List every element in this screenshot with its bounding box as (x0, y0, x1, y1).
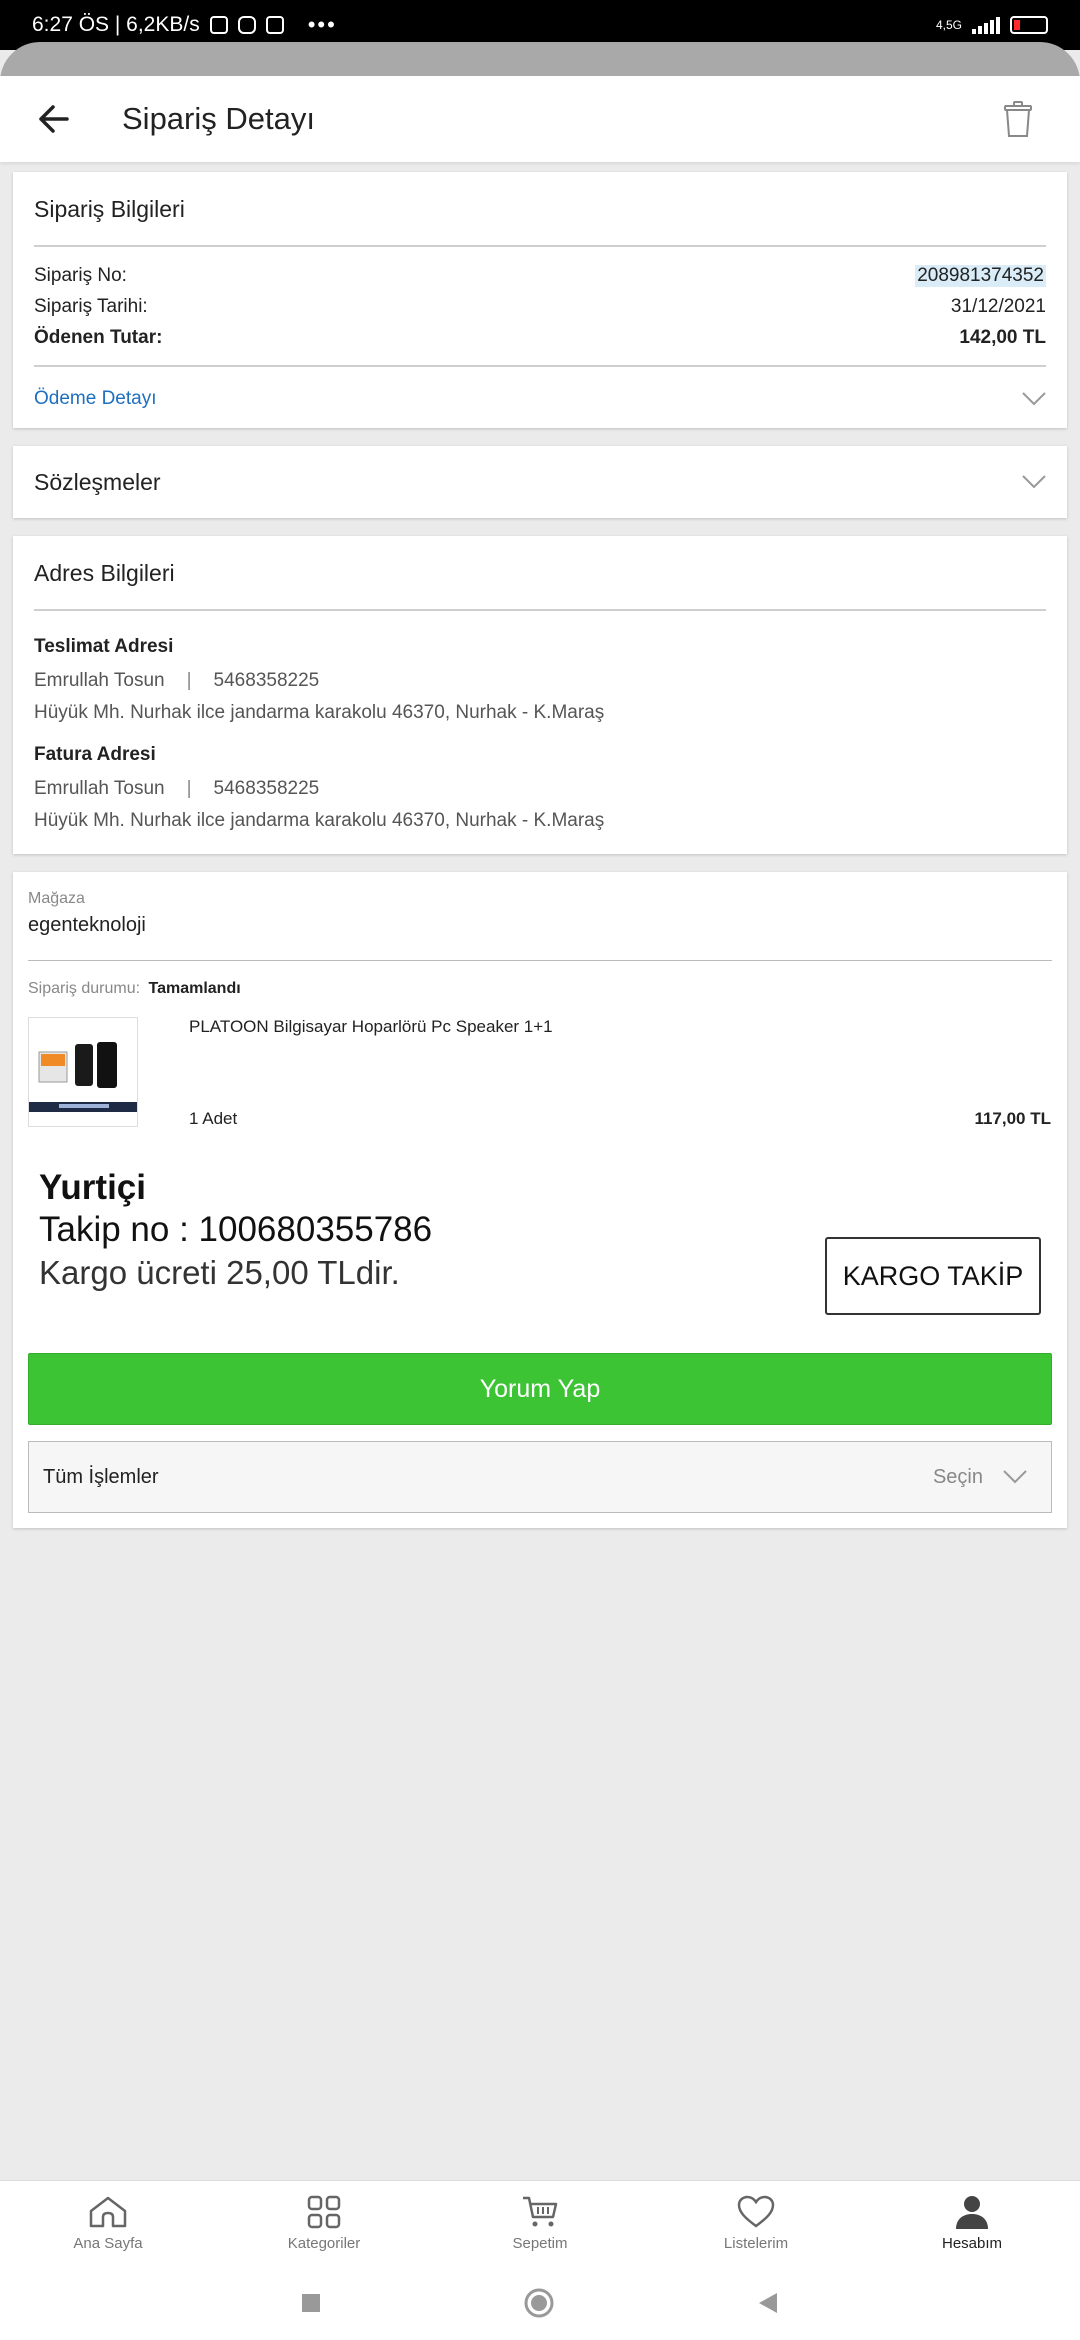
delivery-address-line: Hüyük Mh. Nurhak ilce jandarma karakolu … (34, 702, 605, 723)
all-actions-value: Seçin (932, 1465, 983, 1488)
page-title: Sipariş Detayı (122, 101, 315, 136)
invoice-address-line: Hüyük Mh. Nurhak ilce jandarma karakolu … (34, 810, 605, 831)
order-no-label: Sipariş No: (34, 265, 127, 286)
delivery-contact: Emrullah Tosun | 5468358225 (34, 670, 319, 692)
product-image[interactable] (28, 1017, 138, 1127)
delete-order-button[interactable] (994, 91, 1042, 147)
network-type: 4,5G (935, 18, 962, 32)
nav-cart-label: Sepetim (512, 2235, 568, 2252)
address-title: Adres Bilgileri (34, 560, 175, 586)
heart-icon (737, 2195, 775, 2228)
invoice-address-title: Fatura Adresi (34, 744, 156, 765)
nav-account[interactable]: Hesabım (864, 2181, 1080, 2266)
nav-home-label: Ana Sayfa (73, 2235, 143, 2252)
nav-home[interactable]: Ana Sayfa (0, 2181, 216, 2266)
agreements-card[interactable]: Sözleşmeler (13, 446, 1067, 518)
home-icon (89, 2196, 127, 2228)
invoice-contact: Emrullah Tosun | 5468358225 (34, 778, 319, 800)
notification-icon (209, 16, 228, 34)
order-status-row: Sipariş durumu: Tamamlandı (28, 980, 241, 998)
tracking-number: Takip no : 100680355786 (39, 1210, 433, 1249)
chevron-down-icon (1022, 392, 1046, 406)
back-button[interactable] (26, 91, 82, 147)
nav-cart[interactable]: Sepetim (432, 2181, 648, 2266)
shipping-fee: Kargo ücreti 25,00 TLdir. (39, 1254, 400, 1291)
product-quantity: 1 Adet (189, 1109, 238, 1128)
store-label: Mağaza (28, 890, 85, 907)
divider (28, 960, 1052, 961)
chevron-down-icon (1003, 1470, 1027, 1484)
divider (34, 609, 1046, 611)
order-date-value: 31/12/2021 (950, 296, 1046, 317)
arrow-left-icon (39, 105, 69, 133)
store-name[interactable]: egenteknoloji (28, 914, 146, 937)
user-icon (956, 2196, 988, 2229)
instagram-icon (237, 16, 256, 34)
address-card: Adres Bilgileri Teslimat Adresi Emrullah… (13, 536, 1067, 854)
agreements-title: Sözleşmeler (34, 468, 161, 495)
order-info-card: Sipariş Bilgileri Sipariş No: 2089813743… (13, 172, 1067, 428)
battery-icon (1010, 16, 1048, 34)
speaker-product-icon (29, 1042, 137, 1112)
nav-lists[interactable]: Listelerim (648, 2181, 864, 2266)
more-notifications-icon: ••• (307, 12, 337, 37)
carrier-name: Yurtiçi (39, 1168, 146, 1207)
home-circle-icon[interactable] (524, 2288, 554, 2318)
system-navigation-bar (0, 2266, 1080, 2340)
nav-account-label: Hesabım (941, 2235, 1003, 2252)
divider (34, 245, 1046, 247)
separator: | (186, 670, 192, 691)
order-date-row: Sipariş Tarihi: 31/12/2021 (34, 296, 1046, 318)
trash-icon (1004, 101, 1032, 137)
paid-amount-row: Ödenen Tutar: 142,00 TL (34, 327, 1046, 349)
nav-lists-label: Listelerim (723, 2235, 789, 2252)
order-info-title: Sipariş Bilgileri (34, 196, 185, 222)
order-no-value[interactable]: 208981374352 (915, 265, 1046, 287)
payment-detail-link: Ödeme Detayı (34, 388, 157, 409)
chevron-down-icon (1022, 475, 1046, 489)
recent-apps-icon[interactable] (301, 2293, 321, 2313)
order-status-label: Sipariş durumu: (28, 980, 141, 997)
write-review-button[interactable]: Yorum Yap (28, 1353, 1052, 1425)
store-order-card: Mağaza egenteknoloji Sipariş durumu: Tam… (13, 872, 1067, 1528)
app-header: Sipariş Detayı (0, 76, 1080, 162)
track-shipment-button[interactable]: KARGO TAKİP (825, 1237, 1041, 1315)
grid-icon (307, 2195, 341, 2229)
separator: | (186, 778, 192, 799)
all-actions-label: Tüm İşlemler (43, 1465, 159, 1488)
app-icon (265, 16, 284, 34)
nav-categories-label: Kategoriler (287, 2235, 361, 2252)
invoice-name: Emrullah Tosun (34, 778, 165, 799)
nav-categories[interactable]: Kategoriler (216, 2181, 432, 2266)
cart-icon (523, 2196, 558, 2227)
payment-detail-toggle[interactable]: Ödeme Detayı (34, 376, 1046, 422)
product-name[interactable]: PLATOON Bilgisayar Hoparlörü Pc Speaker … (189, 1017, 553, 1037)
delivery-name: Emrullah Tosun (34, 670, 165, 691)
divider (34, 365, 1046, 367)
signal-icon (972, 16, 1000, 34)
delivery-phone: 5468358225 (213, 670, 320, 691)
product-price: 117,00 TL (974, 1109, 1051, 1128)
order-status-value: Tamamlandı (148, 980, 241, 997)
status-time: 6:27 ÖS | 6,2KB/s (32, 13, 200, 36)
all-actions-select[interactable]: Tüm İşlemler Seçin (28, 1441, 1052, 1513)
invoice-phone: 5468358225 (213, 778, 320, 799)
paid-amount-value: 142,00 TL (959, 327, 1046, 348)
order-date-label: Sipariş Tarihi: (34, 296, 148, 317)
order-no-row: Sipariş No: 208981374352 (34, 265, 1046, 287)
bottom-navigation: Ana Sayfa Kategoriler Sepetim Listelerim… (0, 2180, 1080, 2266)
delivery-address-title: Teslimat Adresi (34, 636, 174, 657)
paid-amount-label: Ödenen Tutar: (34, 327, 163, 348)
back-triangle-icon[interactable] (757, 2291, 779, 2315)
